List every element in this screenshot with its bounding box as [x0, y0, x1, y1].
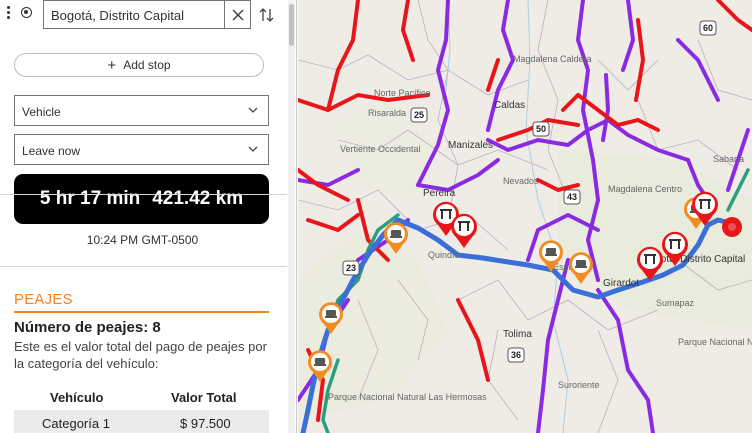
divider	[0, 266, 287, 267]
add-stop-button[interactable]: + Add stop	[14, 53, 264, 77]
place-label: Norte Pacífico	[374, 88, 431, 98]
stop-row: Bogotá, Distrito Capital	[0, 0, 285, 30]
arrival-time: 10:24 PM GMT-0500	[86, 233, 199, 247]
shield-label: 43	[567, 192, 577, 202]
chevron-down-icon	[248, 107, 258, 113]
scrollbar-thumb[interactable]	[289, 4, 294, 46]
directions-panel: Bogotá, Distrito Capital + Add stop Vehic…	[0, 0, 297, 433]
divider	[0, 194, 287, 195]
vehicle-icon	[576, 260, 586, 266]
place-label: Magdalena Caldera	[513, 54, 592, 64]
tolls-title-underline	[14, 311, 269, 313]
toll-count: Número de peajes: 8	[14, 319, 161, 336]
close-icon	[232, 9, 244, 21]
place-label: Girardot	[603, 278, 639, 289]
place-label: Parque Nacional Natural Sumapaz	[678, 337, 752, 347]
vehicle-icon	[326, 310, 336, 316]
place-label: Risaralda	[368, 108, 406, 118]
place-label: Quindío	[428, 250, 460, 260]
stop-input[interactable]: Bogotá, Distrito Capital	[43, 0, 225, 29]
chevron-down-icon	[248, 146, 258, 152]
table-header-vehicle: Vehículo	[50, 390, 104, 405]
place-label: Tolima	[503, 329, 532, 340]
departure-time-value: Leave now	[22, 144, 81, 158]
place-label: Vertiente Occidental	[340, 144, 421, 154]
drag-handle-icon[interactable]	[7, 6, 11, 24]
reverse-stops-button[interactable]	[258, 6, 276, 24]
toll-booth-icon	[440, 209, 452, 211]
vehicle-icon	[315, 358, 325, 364]
toll-booth-icon	[644, 254, 656, 256]
map-canvas: 25 50 43 23 36 60 Magdalena Caldera Cald…	[298, 0, 752, 433]
clear-stop-button[interactable]	[225, 0, 251, 29]
place-label: Caldas	[494, 100, 525, 111]
tolls-title: PEAJES	[14, 291, 73, 308]
table-cell-total: $ 97.500	[180, 416, 231, 431]
swap-icon	[259, 8, 274, 22]
place-label: Sumapaz	[656, 298, 695, 308]
vehicle-icon	[391, 230, 401, 236]
shield-label: 25	[414, 110, 424, 120]
toll-description: Este es el valor total del pago de peaje…	[14, 339, 267, 371]
route-duration: 5 hr 17 min	[39, 188, 141, 209]
place-label: Suroriente	[558, 380, 600, 390]
departure-time-select[interactable]: Leave now	[14, 134, 269, 165]
place-label: Manizales	[448, 140, 493, 151]
shield-label: 23	[346, 263, 356, 273]
shield-label: 50	[536, 124, 546, 134]
place-label: Nevados	[503, 176, 539, 186]
panel-scrollbar[interactable]	[288, 0, 295, 433]
vehicle-select[interactable]: Vehicle	[14, 95, 269, 126]
add-stop-label: Add stop	[123, 58, 171, 72]
map-view[interactable]: 25 50 43 23 36 60 Magdalena Caldera Cald…	[298, 0, 752, 433]
plus-icon: +	[107, 57, 117, 74]
toll-booth-icon	[699, 199, 711, 201]
stop-marker-icon	[21, 7, 32, 18]
table-cell-vehicle: Categoría 1	[42, 416, 110, 431]
shield-label: 36	[511, 350, 521, 360]
route-summary: 5 hr 17 min 421.42 km	[14, 174, 269, 224]
toll-booth-icon	[458, 221, 470, 223]
vehicle-select-value: Vehicle	[22, 105, 61, 119]
shield-label: 60	[703, 23, 713, 33]
vehicle-icon	[546, 248, 556, 254]
route-distance: 421.42 km	[152, 188, 244, 209]
place-label: Magdalena Centro	[608, 184, 682, 194]
table-header-total: Valor Total	[171, 390, 237, 405]
place-label: Parque Nacional Natural Las Hermosas	[328, 392, 487, 402]
place-label: Sabana	[713, 154, 744, 164]
place-label: Pereira	[423, 188, 456, 199]
toll-booth-icon	[669, 239, 681, 241]
